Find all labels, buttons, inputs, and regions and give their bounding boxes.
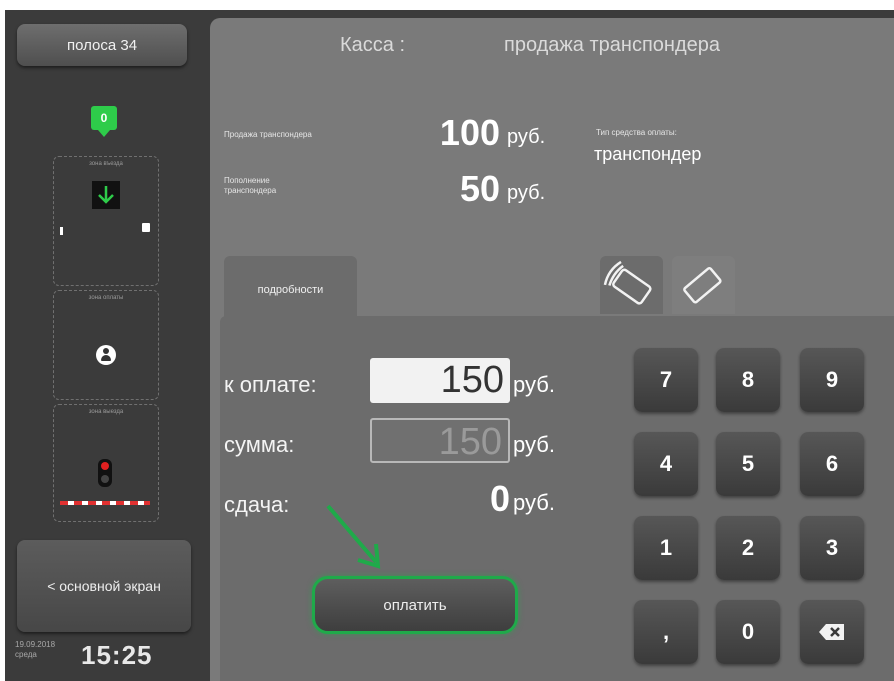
main-panel: Касса : продажа транспондера Продажа тра… xyxy=(210,18,894,681)
key-label: 9 xyxy=(825,367,839,392)
entry-marker: 0 xyxy=(91,106,117,130)
transponder-icon xyxy=(683,266,722,304)
pay-button-label: оплатить xyxy=(383,596,447,614)
arrow-annotation-icon xyxy=(326,504,381,569)
lane-label: полоса 34 xyxy=(66,36,138,54)
key-label: 0 xyxy=(741,619,755,644)
key-7[interactable]: 7 xyxy=(634,348,698,412)
topup-label-line1: Пополнение xyxy=(224,176,270,185)
date-display: 19.09.2018 среда xyxy=(15,640,55,660)
card-reader-icon xyxy=(603,260,652,305)
down-arrow-icon xyxy=(92,181,120,209)
payment-zone-label: зона оплаты xyxy=(88,295,124,301)
day-value: среда xyxy=(15,650,37,659)
change-currency: руб. xyxy=(513,490,555,515)
home-screen-label: < основной экран xyxy=(47,578,161,594)
page-title: Касса : xyxy=(340,34,406,56)
marker-pointer-icon xyxy=(98,130,110,137)
key-8[interactable]: 8 xyxy=(716,348,780,412)
due-field: 150 xyxy=(370,358,510,403)
backspace-icon xyxy=(819,624,844,640)
key-label: 4 xyxy=(659,451,673,476)
payment-type-value: транспондер xyxy=(594,144,702,164)
key-comma[interactable]: , xyxy=(634,600,698,664)
app-window: полоса 34 0 зона въезда зона оплаты зона… xyxy=(5,10,894,681)
home-screen-button[interactable]: < основной экран xyxy=(17,540,191,632)
sale-currency: руб. xyxy=(507,126,546,148)
topup-amount: 50 xyxy=(459,168,500,209)
topup-currency: руб. xyxy=(507,182,546,204)
entry-badge: 0 xyxy=(100,111,108,125)
topup-label-line2: транспондера xyxy=(224,186,277,195)
date-value: 19.09.2018 xyxy=(15,640,56,649)
sale-label: Продажа транспондера xyxy=(224,130,312,139)
barrier-post-icon xyxy=(60,227,63,235)
key-label: 1 xyxy=(659,535,673,560)
key-9[interactable]: 9 xyxy=(800,348,864,412)
sum-label: сумма: xyxy=(224,432,295,457)
payment-type-label: Тип средства оплаты: xyxy=(596,128,677,137)
traffic-light-icon xyxy=(98,459,112,487)
key-2[interactable]: 2 xyxy=(716,516,780,580)
payment-zone: зона оплаты xyxy=(53,290,159,400)
tab-card-reader[interactable] xyxy=(600,256,663,314)
key-label: , xyxy=(662,619,670,644)
change-value: 0 xyxy=(489,478,510,519)
key-label: 7 xyxy=(659,367,673,392)
key-1[interactable]: 1 xyxy=(634,516,698,580)
exit-zone: зона выезда xyxy=(53,404,159,522)
lane-button[interactable]: полоса 34 xyxy=(17,24,187,66)
entry-zone: зона въезда xyxy=(53,156,159,286)
key-4[interactable]: 4 xyxy=(634,432,698,496)
change-label: сдача: xyxy=(224,492,290,517)
key-0[interactable]: 0 xyxy=(716,600,780,664)
entry-zone-label: зона въезда xyxy=(89,161,123,167)
barrier-icon xyxy=(60,501,150,505)
pay-button[interactable]: оплатить xyxy=(312,576,518,634)
key-label: 5 xyxy=(741,451,755,476)
topup-label: Пополнение транспондера xyxy=(224,176,276,196)
key-3[interactable]: 3 xyxy=(800,516,864,580)
page-subtitle: продажа транспондера xyxy=(504,34,720,56)
lock-icon xyxy=(142,223,150,232)
tab-transponder[interactable] xyxy=(672,256,735,314)
sale-amount: 100 xyxy=(439,112,500,153)
sum-currency: руб. xyxy=(513,432,555,457)
sum-input[interactable]: 150 xyxy=(370,418,510,463)
due-label: к оплате: xyxy=(224,372,317,397)
clock: 15:25 xyxy=(81,640,153,670)
exit-zone-label: зона выезда xyxy=(88,409,124,415)
key-label: 2 xyxy=(741,535,755,560)
due-currency: руб. xyxy=(513,372,555,397)
operator-icon xyxy=(96,345,116,365)
key-label: 3 xyxy=(825,535,839,560)
payment-panel: к оплате: 150 руб. сумма: 150 руб. сдача… xyxy=(220,316,894,681)
tab-details-label: подробности xyxy=(257,284,324,296)
key-6[interactable]: 6 xyxy=(800,432,864,496)
backspace-button[interactable] xyxy=(800,600,864,664)
tab-details[interactable]: подробности xyxy=(224,256,357,324)
key-label: 8 xyxy=(741,367,755,392)
key-label: 6 xyxy=(825,451,839,476)
key-5[interactable]: 5 xyxy=(716,432,780,496)
